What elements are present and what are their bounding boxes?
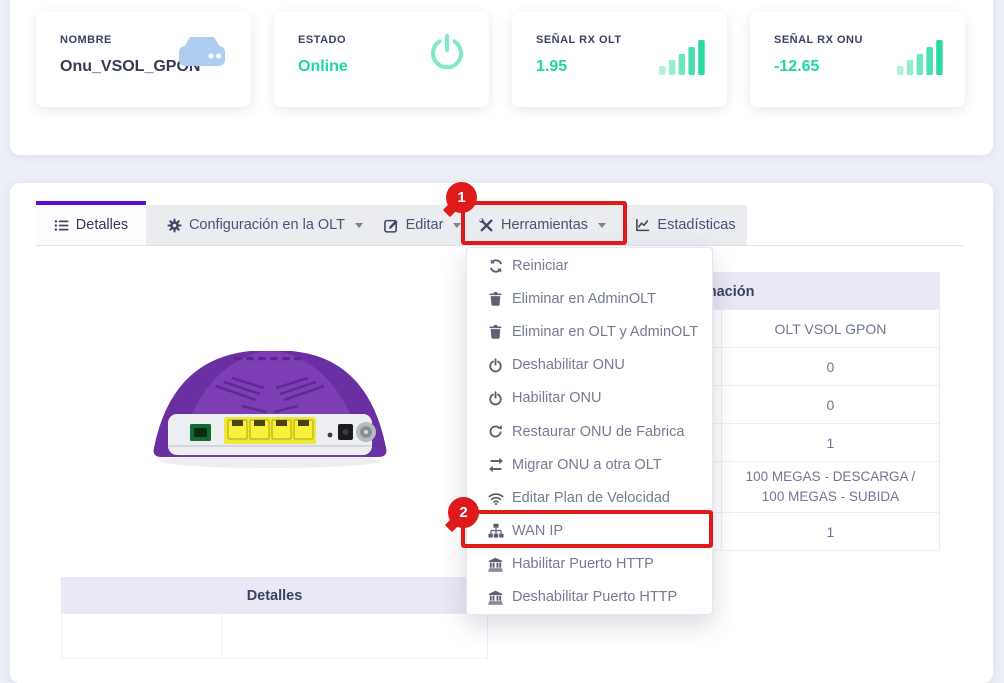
- stat-card-senal-rx-onu: SEÑAL RX ONU -12.65: [750, 12, 965, 107]
- menu-item-deshabilitar-onu[interactable]: Deshabilitar ONU: [467, 349, 712, 382]
- table-cell-value: 1: [721, 424, 939, 462]
- menu-item-habilitar-onu[interactable]: Habilitar ONU: [467, 382, 712, 415]
- menu-item-label: Deshabilitar ONU: [512, 357, 625, 374]
- trash-icon: [487, 324, 504, 340]
- stat-value: -12.65: [774, 58, 820, 75]
- menu-item-eliminar-adminolt[interactable]: Eliminar en AdminOLT: [467, 282, 712, 315]
- table-cell-value: 0: [721, 348, 939, 386]
- power-icon: [487, 391, 504, 406]
- herramientas-dropdown-menu: Reiniciar Eliminar en AdminOLT Eliminar …: [466, 247, 713, 615]
- stat-label: SEÑAL RX ONU: [774, 34, 863, 46]
- menu-item-editar-plan-de-velocidad[interactable]: Editar Plan de Velocidad: [467, 481, 712, 514]
- server-icon: [175, 32, 229, 75]
- tab-label: Herramientas: [500, 217, 589, 233]
- tab-configuracion-olt[interactable]: Configuración en la OLT: [146, 205, 384, 245]
- sync-icon: [487, 258, 504, 274]
- table-cell-value: OLT VSOL GPON: [721, 310, 939, 348]
- tab-detalles[interactable]: Detalles: [36, 201, 146, 245]
- trash-icon: [487, 291, 504, 306]
- menu-item-eliminar-olt-y-adminolt[interactable]: Eliminar en OLT y AdminOLT: [467, 315, 712, 348]
- detalles-table-header: Detalles: [61, 577, 488, 614]
- tab-label: Estadísticas: [657, 217, 736, 233]
- menu-item-label: WAN IP: [512, 523, 564, 540]
- stat-card-estado: ESTADO Online: [274, 12, 489, 107]
- onu-device-image: [138, 296, 402, 491]
- chevron-down-icon: [598, 222, 607, 228]
- exchange-icon: [487, 457, 504, 473]
- chevron-down-icon: [355, 222, 364, 228]
- detalles-table: Detalles: [61, 577, 488, 659]
- menu-item-wan-ip[interactable]: WAN IP: [467, 515, 712, 548]
- tab-herramientas[interactable]: Herramientas: [461, 205, 624, 245]
- tab-label: Editar: [405, 217, 444, 233]
- tab-label: Configuración en la OLT: [188, 217, 346, 233]
- stat-label: SEÑAL RX OLT: [536, 34, 622, 46]
- menu-item-migrar-onu-a-otra-olt[interactable]: Migrar ONU a otra OLT: [467, 448, 712, 481]
- menu-item-label: Restaurar ONU de Fabrica: [512, 423, 685, 440]
- menu-item-label: Deshabilitar Puerto HTTP: [512, 589, 678, 606]
- power-icon: [487, 357, 504, 373]
- list-icon: [54, 218, 69, 233]
- menu-item-reiniciar[interactable]: Reiniciar: [467, 249, 712, 282]
- sitemap-icon: [487, 523, 504, 539]
- menu-item-restaurar-onu-de-fabrica[interactable]: Restaurar ONU de Fabrica: [467, 415, 712, 448]
- step-badge-2: 2: [448, 497, 479, 528]
- power-icon: [427, 32, 467, 77]
- stat-card-senal-rx-olt: SEÑAL RX OLT 1.95: [512, 12, 727, 107]
- bank-icon: [487, 557, 504, 572]
- menu-item-deshabilitar-puerto-http[interactable]: Deshabilitar Puerto HTTP: [467, 581, 712, 614]
- stat-value: 1.95: [536, 58, 568, 75]
- tab-bar: Detalles Configuración en la OLT Editar: [36, 201, 963, 246]
- edit-icon: [383, 218, 399, 233]
- gear-icon: [167, 217, 182, 233]
- menu-item-label: Migrar ONU a otra OLT: [512, 456, 662, 473]
- bank-icon: [487, 590, 504, 605]
- stat-value: Online: [298, 58, 348, 75]
- step-badge-1: 1: [446, 182, 477, 213]
- menu-item-label: Editar Plan de Velocidad: [512, 489, 670, 506]
- table-cell-value: 0: [721, 386, 939, 424]
- menu-item-label: Habilitar ONU: [512, 390, 602, 407]
- menu-item-label: Reiniciar: [512, 257, 569, 274]
- table-cell-value: 100 MEGAS - DESCARGA / 100 MEGAS - SUBID…: [721, 462, 939, 513]
- table-cell-label: [61, 614, 222, 659]
- menu-item-label: Habilitar Puerto HTTP: [512, 556, 654, 573]
- wifi-icon: [487, 490, 504, 506]
- chart-icon: [635, 218, 650, 233]
- signal-bars-icon: [897, 38, 943, 80]
- signal-bars-icon: [659, 38, 705, 80]
- stat-label: NOMBRE: [60, 34, 112, 46]
- table-cell-value: [222, 614, 488, 659]
- table-cell-value: 1: [721, 513, 939, 551]
- tab-estadisticas[interactable]: Estadísticas: [624, 205, 747, 245]
- table-row: [61, 614, 488, 659]
- stat-label: ESTADO: [298, 34, 347, 46]
- menu-item-label: Eliminar en AdminOLT: [512, 290, 656, 307]
- menu-item-label: Eliminar en OLT y AdminOLT: [512, 323, 699, 340]
- rotate-icon: [487, 424, 504, 439]
- stat-card-nombre: NOMBRE Onu_VSOL_GPON: [36, 12, 251, 107]
- tools-icon: [479, 217, 494, 233]
- tab-label: Detalles: [75, 217, 129, 233]
- menu-item-habilitar-puerto-http[interactable]: Habilitar Puerto HTTP: [467, 548, 712, 581]
